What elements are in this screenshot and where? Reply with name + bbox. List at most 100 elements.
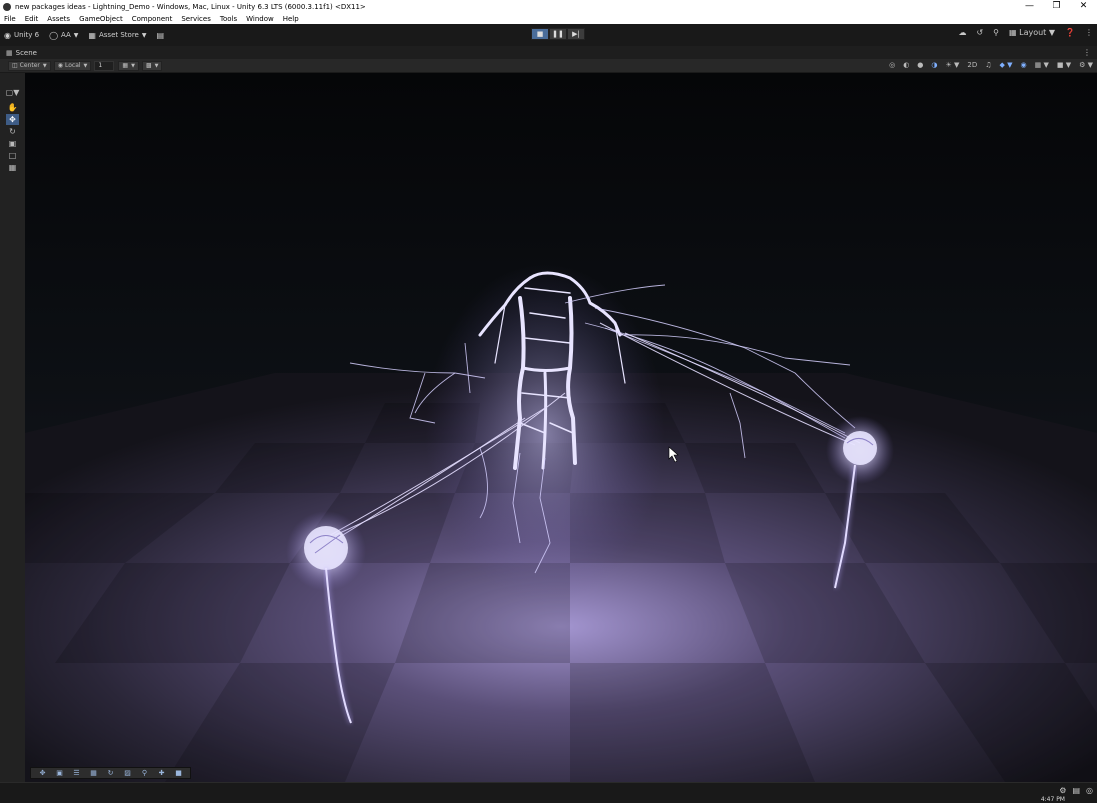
account-label: AA bbox=[61, 31, 71, 39]
rotate-icon: ↻ bbox=[9, 127, 16, 136]
move-icon[interactable]: ✥ bbox=[34, 769, 51, 777]
scene-viewport[interactable] bbox=[25, 73, 1097, 782]
gizmos-icon[interactable]: ⚙ ▼ bbox=[1079, 61, 1093, 69]
grid-snap-icon: ▦ bbox=[122, 62, 129, 69]
menu-component[interactable]: Component bbox=[132, 15, 173, 23]
chevron-down-icon: ▼ bbox=[154, 62, 159, 69]
stop-icon: ■ bbox=[536, 30, 544, 38]
rotate-icon[interactable]: ↻ bbox=[102, 769, 119, 777]
window-title: new packages ideas - Lightning_Demo - Wi… bbox=[15, 2, 366, 11]
layout-dropdown[interactable]: ▦ Layout ▼ bbox=[1009, 28, 1055, 37]
scene-toolbar: ◫ Center ▼ ◉ Local ▼ 1 ▦ ▼ ▩ ▼ ◎ ◐ ● ◑ ☀… bbox=[0, 59, 1097, 73]
cube-icon: ▢▼ bbox=[5, 88, 20, 97]
unity-label: Unity 6 bbox=[13, 31, 40, 39]
camera-icon[interactable]: ■ bbox=[170, 769, 187, 777]
status-bar: ⚙ ▤ ◎ 4:47 PM bbox=[0, 782, 1097, 803]
snap-icon: ▩ bbox=[145, 62, 152, 69]
package-manager-button[interactable]: ▤ bbox=[156, 31, 167, 40]
pivot-label: Center bbox=[19, 62, 40, 69]
camera-icon[interactable]: ■ ▼ bbox=[1057, 61, 1071, 69]
lighting-icon[interactable]: ☀ ▼ bbox=[946, 61, 960, 69]
tab-scene[interactable]: Scene bbox=[16, 49, 37, 57]
effects-icon[interactable]: ◆ ▼ bbox=[1000, 61, 1013, 69]
minimize-button[interactable]: — bbox=[1016, 0, 1043, 13]
debug-icon[interactable]: ⚙ bbox=[1059, 786, 1066, 795]
wireframe-shading-icon[interactable]: ◎ bbox=[889, 61, 895, 69]
tab-menu-icon[interactable]: ⋮ bbox=[1083, 48, 1091, 57]
grid-increment-field[interactable]: 1 bbox=[94, 60, 115, 71]
menu-gameobject[interactable]: GameObject bbox=[79, 15, 123, 23]
pause-icon: ❚❚ bbox=[552, 30, 564, 38]
account-icon: ◯ bbox=[49, 30, 59, 40]
progress-icon[interactable]: ◎ bbox=[1086, 786, 1093, 795]
rotate-tool-button[interactable]: ↻ bbox=[6, 126, 19, 137]
account-dropdown[interactable]: ◯ AA ▼ bbox=[49, 31, 78, 40]
step-icon: ▶| bbox=[572, 30, 580, 38]
increment-snapping-dropdown[interactable]: ▩ ▼ bbox=[141, 60, 163, 71]
hand-icon: ✋ bbox=[7, 103, 18, 112]
more-icon[interactable]: ⋮ bbox=[1085, 28, 1093, 37]
pause-button[interactable]: ❚❚ bbox=[549, 28, 567, 40]
history-icon[interactable]: ↺ bbox=[976, 28, 983, 37]
unity-app-icon bbox=[3, 2, 11, 11]
package-icon: ▤ bbox=[156, 30, 165, 40]
status-icons: ⚙ ▤ ◎ bbox=[1053, 786, 1093, 795]
grid-snapping-dropdown[interactable]: ▦ ▼ bbox=[118, 60, 139, 71]
pan-icon[interactable]: ✚ bbox=[153, 769, 170, 777]
menu-help[interactable]: Help bbox=[283, 15, 299, 23]
pivot-dropdown[interactable]: ◫ Center ▼ bbox=[8, 60, 51, 71]
menu-assets[interactable]: Assets bbox=[47, 15, 70, 23]
audio-icon[interactable]: ♫ bbox=[985, 61, 991, 69]
unity-logo-icon: ◉ bbox=[4, 30, 11, 40]
chevron-down-icon: ▼ bbox=[141, 31, 147, 39]
step-button[interactable]: ▶| bbox=[567, 28, 585, 40]
menu-tools[interactable]: Tools bbox=[220, 15, 237, 23]
menu-services[interactable]: Services bbox=[181, 15, 211, 23]
unity-menu-button[interactable]: ◉ Unity 6 bbox=[4, 31, 39, 40]
asset-store-dropdown[interactable]: ▦ Asset Store ▼ bbox=[88, 31, 146, 40]
rect-tool-button[interactable]: □ bbox=[6, 150, 19, 161]
layout-label: Layout bbox=[1019, 28, 1047, 37]
console-icon[interactable]: ▤ bbox=[1072, 786, 1080, 795]
unlit-shading-icon[interactable]: ◑ bbox=[931, 61, 937, 69]
chevron-down-icon: ▼ bbox=[42, 62, 47, 69]
asset-store-label: Asset Store bbox=[98, 31, 139, 39]
help-icon[interactable]: ❓ bbox=[1065, 28, 1075, 37]
space-dropdown[interactable]: ◉ Local ▼ bbox=[53, 60, 92, 71]
chevron-down-icon: ▼ bbox=[131, 62, 135, 69]
menu-window[interactable]: Window bbox=[246, 15, 274, 23]
play-button[interactable]: ■ bbox=[531, 28, 549, 40]
shaded-wireframe-icon[interactable]: ◐ bbox=[903, 61, 909, 69]
playmode-controls: ■ ❚❚ ▶| bbox=[531, 28, 585, 40]
shopping-bag-icon: ▦ bbox=[88, 30, 96, 40]
scale-tool-button[interactable]: ▣ bbox=[6, 138, 19, 149]
layers-icon[interactable]: ▨ bbox=[119, 769, 136, 777]
bounds-icon[interactable]: ▣ bbox=[51, 769, 68, 777]
menu-edit[interactable]: Edit bbox=[25, 15, 39, 23]
2d-toggle-icon[interactable]: 2D bbox=[967, 61, 977, 69]
cloud-icon[interactable]: ☁ bbox=[958, 28, 966, 37]
list-icon[interactable]: ☰ bbox=[68, 769, 85, 777]
move-tool-button[interactable]: ✥ bbox=[6, 114, 19, 125]
chevron-down-icon: ▼ bbox=[73, 31, 79, 39]
scene-overlay-toolbar: ✥ ▣ ☰ ▦ ↻ ▨ ⚲ ✚ ■ bbox=[30, 767, 191, 779]
close-button[interactable]: ✕ bbox=[1070, 0, 1097, 13]
rect-icon: □ bbox=[8, 151, 17, 160]
transform-icon: ▦ bbox=[8, 163, 17, 172]
menu-file[interactable]: File bbox=[4, 15, 16, 23]
search-icon[interactable]: ⚲ bbox=[993, 28, 999, 37]
transform-tool-button[interactable]: ▦ bbox=[6, 162, 19, 173]
pivot-icon: ◫ bbox=[12, 62, 18, 69]
image-icon[interactable]: ▦ bbox=[85, 769, 102, 777]
view-tool-button[interactable]: ✋ bbox=[6, 102, 19, 113]
shaded-icon[interactable]: ● bbox=[917, 61, 923, 69]
scene-camera-icon[interactable]: ▦ ▼ bbox=[1035, 61, 1049, 69]
visibility-icon[interactable]: ◉ bbox=[1021, 61, 1027, 69]
zoom-icon[interactable]: ⚲ bbox=[136, 769, 153, 777]
tool-options-dropdown[interactable]: ▢▼ bbox=[5, 87, 20, 98]
title-bar: new packages ideas - Lightning_Demo - Wi… bbox=[0, 0, 1097, 13]
chevron-down-icon: ▼ bbox=[83, 62, 88, 69]
restore-button[interactable]: ❐ bbox=[1043, 0, 1070, 13]
menu-bar: File Edit Assets GameObject Component Se… bbox=[0, 13, 1097, 24]
local-icon: ◉ bbox=[57, 62, 63, 69]
